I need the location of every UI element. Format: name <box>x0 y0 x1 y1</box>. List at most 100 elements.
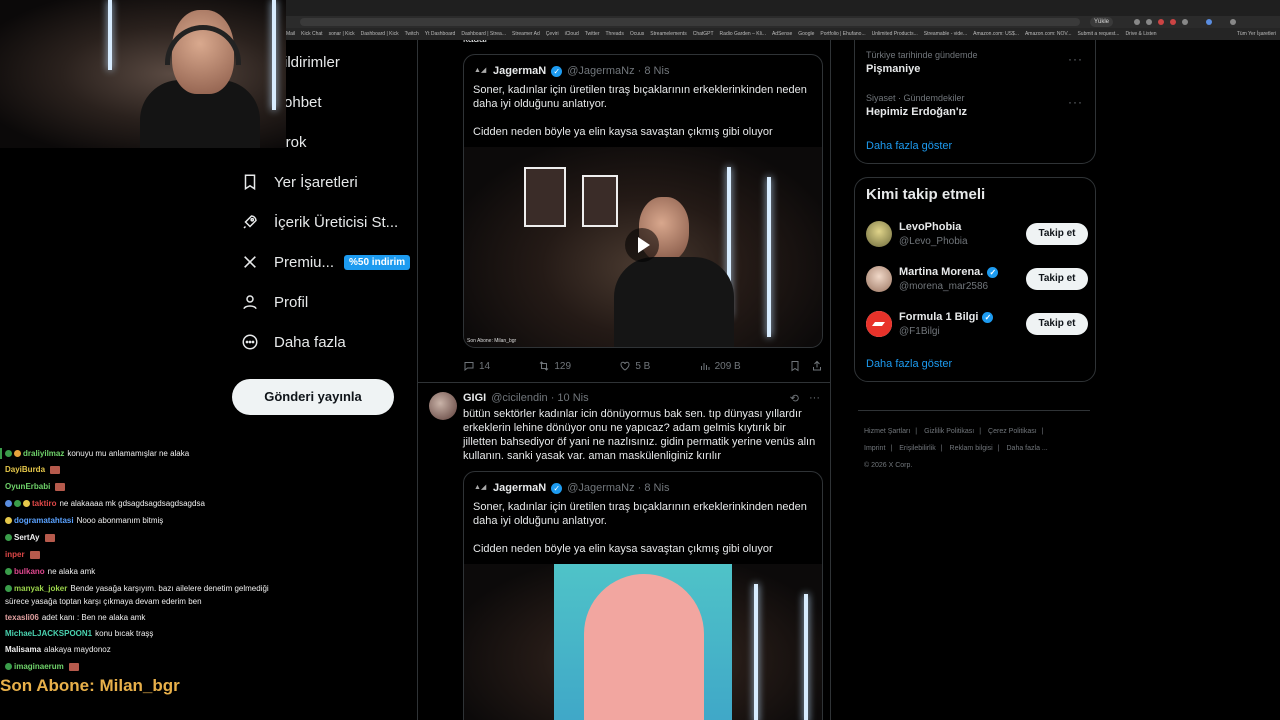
trend-meta: Siyaset · Gündemdekiler <box>866 93 965 103</box>
nav-bookmarks[interactable]: Yer İşaretleri <box>240 168 358 196</box>
bookmark-item[interactable]: Dashboard | Kick <box>361 28 399 40</box>
bookmark-item[interactable]: AdSense <box>772 28 792 40</box>
bookmark-item[interactable]: Twitch <box>405 28 419 40</box>
discount-badge: %50 indirim <box>344 254 411 270</box>
follow-button[interactable]: Takip et <box>1026 313 1088 335</box>
bookmark-item[interactable]: Unlimited Products... <box>872 28 918 40</box>
nav-label: Daha fazla <box>274 333 346 351</box>
follow-button[interactable]: Takip et <box>1026 268 1088 290</box>
bookmark-item[interactable]: Submit a request... <box>1077 28 1119 40</box>
quote-author-name[interactable]: JagermaN <box>493 482 546 494</box>
views-icon <box>700 363 710 370</box>
share-icon[interactable] <box>811 360 823 372</box>
nav-profile[interactable]: Profil <box>240 288 308 316</box>
play-icon[interactable] <box>625 228 659 262</box>
trends-panel: Türkiye tarihinde gündemde Pişmaniye ···… <box>854 40 1096 164</box>
more-icon[interactable]: ··· <box>809 392 820 405</box>
chat-user: bulkano <box>14 567 45 576</box>
follow-button[interactable]: Takip et <box>1026 223 1088 245</box>
quote-text-line: Cidden neden böyle ya elin kaysa savaşta… <box>473 126 773 138</box>
bookmark-item[interactable]: Streamer Ad <box>512 28 540 40</box>
bookmark-item[interactable]: Kick Chat <box>301 28 322 40</box>
bookmark-icon[interactable] <box>789 360 801 372</box>
sub-badge-icon <box>5 568 12 576</box>
bookmark-item[interactable]: Yt Dashboard <box>425 28 456 40</box>
profile-icon[interactable] <box>1206 19 1212 25</box>
extension-icon[interactable] <box>1134 19 1140 25</box>
footer-link[interactable]: Çerez Politikası <box>988 428 1037 435</box>
bookmark-item[interactable]: Threads <box>606 28 624 40</box>
bookmark-item[interactable]: Amazon.com: US$... <box>973 28 1019 40</box>
bookmark-item[interactable]: Google <box>798 28 814 40</box>
bookmark-item[interactable]: iCloud <box>565 28 579 40</box>
bookmark-item[interactable]: Ocuus <box>630 28 644 40</box>
bookmark-item[interactable]: Dashboard | Strea... <box>461 28 506 40</box>
trend-topic: Pişmaniye <box>866 63 921 75</box>
footer-link[interactable]: Daha fazla ... <box>1007 445 1048 452</box>
chat-user: OyunErbabi <box>5 482 51 491</box>
show-more-link[interactable]: Daha fazla göster <box>866 140 952 152</box>
nav-more[interactable]: Daha fazla <box>240 328 346 356</box>
more-icon[interactable]: ··· <box>1068 52 1083 66</box>
show-more-link[interactable]: Daha fazla göster <box>866 358 952 370</box>
bookmark-item[interactable]: Amazon.com: NOV... <box>1025 28 1072 40</box>
follow-suggestion[interactable]: Formula 1 Bilgi ✓ @F1Bilgi Takip et <box>866 309 1088 339</box>
bookmark-item[interactable]: Çeviri <box>546 28 559 40</box>
avatar[interactable] <box>866 221 892 247</box>
repost-button[interactable]: 129 <box>538 360 571 372</box>
extension-icon[interactable] <box>1158 19 1164 25</box>
avatar[interactable] <box>429 392 457 420</box>
nav-creator-studio[interactable]: İçerik Üreticisi St... <box>240 208 398 236</box>
bookmark-item[interactable]: Streamable - vide... <box>924 28 967 40</box>
timeline: kadar ▲◢ JagermaN ✓ @JagermaNz · 8 Nis S… <box>417 40 831 720</box>
bookmark-item[interactable]: Drive & Listen <box>1125 28 1156 40</box>
video-caption: Son Abone: Milan_bgr <box>467 338 517 344</box>
quoted-tweet[interactable]: ▲◢ JagermaN ✓ @JagermaNz · 8 Nis Soner, … <box>463 471 823 720</box>
led-light <box>754 584 758 720</box>
nav-label: İçerik Üreticisi St... <box>274 213 399 231</box>
bookmark-item[interactable]: Streamelements <box>650 28 686 40</box>
extension-icon[interactable] <box>1170 19 1176 25</box>
bookmark-item[interactable]: Twitter <box>585 28 600 40</box>
reply-icon <box>464 362 474 372</box>
post-button[interactable]: Gönderi yayınla <box>232 379 394 415</box>
extension-icon[interactable] <box>1182 19 1188 25</box>
bookmark-item[interactable]: Mail <box>286 28 295 40</box>
update-button[interactable]: Yükle <box>1090 17 1114 27</box>
footer-link[interactable]: Hizmet Şartları <box>864 428 910 435</box>
footer-link[interactable]: Gizlilik Politikası <box>924 428 974 435</box>
video-player[interactable]: Son Abone: Milan_bgr <box>464 147 822 347</box>
tweet-author-name[interactable]: GIGI <box>463 392 486 404</box>
chat-user: manyak_joker <box>14 584 68 593</box>
reply-button[interactable]: 14 <box>463 360 490 372</box>
nav-premium[interactable]: Premiu... %50 indirim <box>240 248 411 276</box>
divider <box>858 410 1090 411</box>
avatar[interactable] <box>866 266 892 292</box>
bookmark-item[interactable]: Portfolio | Ehufano... <box>820 28 865 40</box>
emote-icon <box>50 465 61 474</box>
like-button[interactable]: 5 B <box>619 360 650 372</box>
verified-icon: ✓ <box>551 65 563 77</box>
bookmark-item[interactable]: Radio Garden – Kli... <box>720 28 766 40</box>
follow-suggestion[interactable]: Martina Morena. ✓ @morena_mar2586 Takip e… <box>866 264 1088 294</box>
bookmark-item[interactable]: ChatGPT <box>693 28 714 40</box>
address-bar[interactable] <box>300 18 1080 26</box>
all-bookmarks[interactable]: Tüm Yer İşaretleri <box>1237 28 1276 40</box>
chat-message: manyak_joker Bende yasağa karşıyım. bazı … <box>5 584 269 594</box>
more-icon[interactable]: ··· <box>1068 95 1083 109</box>
trend-item[interactable]: Siyaset · Gündemdekiler Hepimiz Erdoğan'… <box>866 93 967 118</box>
footer-link[interactable]: Imprint <box>864 445 885 452</box>
video-player[interactable] <box>464 564 822 720</box>
avatar[interactable] <box>866 311 892 337</box>
grok-icon[interactable]: ⟲ <box>790 392 799 405</box>
extension-icon[interactable] <box>1146 19 1152 25</box>
views-button[interactable]: 209 B <box>699 360 741 372</box>
bookmark-item[interactable]: sonar | Kick <box>329 28 355 40</box>
follow-suggestion[interactable]: LevoPhobia @Levo_Phobia Takip et <box>866 219 1088 249</box>
quoted-tweet[interactable]: ▲◢ JagermaN ✓ @JagermaNz · 8 Nis Soner, … <box>463 54 823 348</box>
menu-icon[interactable] <box>1230 19 1236 25</box>
footer-link[interactable]: Erişilebilirlik <box>899 445 936 452</box>
quote-author-name[interactable]: JagermaN <box>493 65 546 77</box>
trend-item[interactable]: Türkiye tarihinde gündemde Pişmaniye <box>866 50 978 75</box>
footer-link[interactable]: Reklam bilgisi <box>950 445 993 452</box>
